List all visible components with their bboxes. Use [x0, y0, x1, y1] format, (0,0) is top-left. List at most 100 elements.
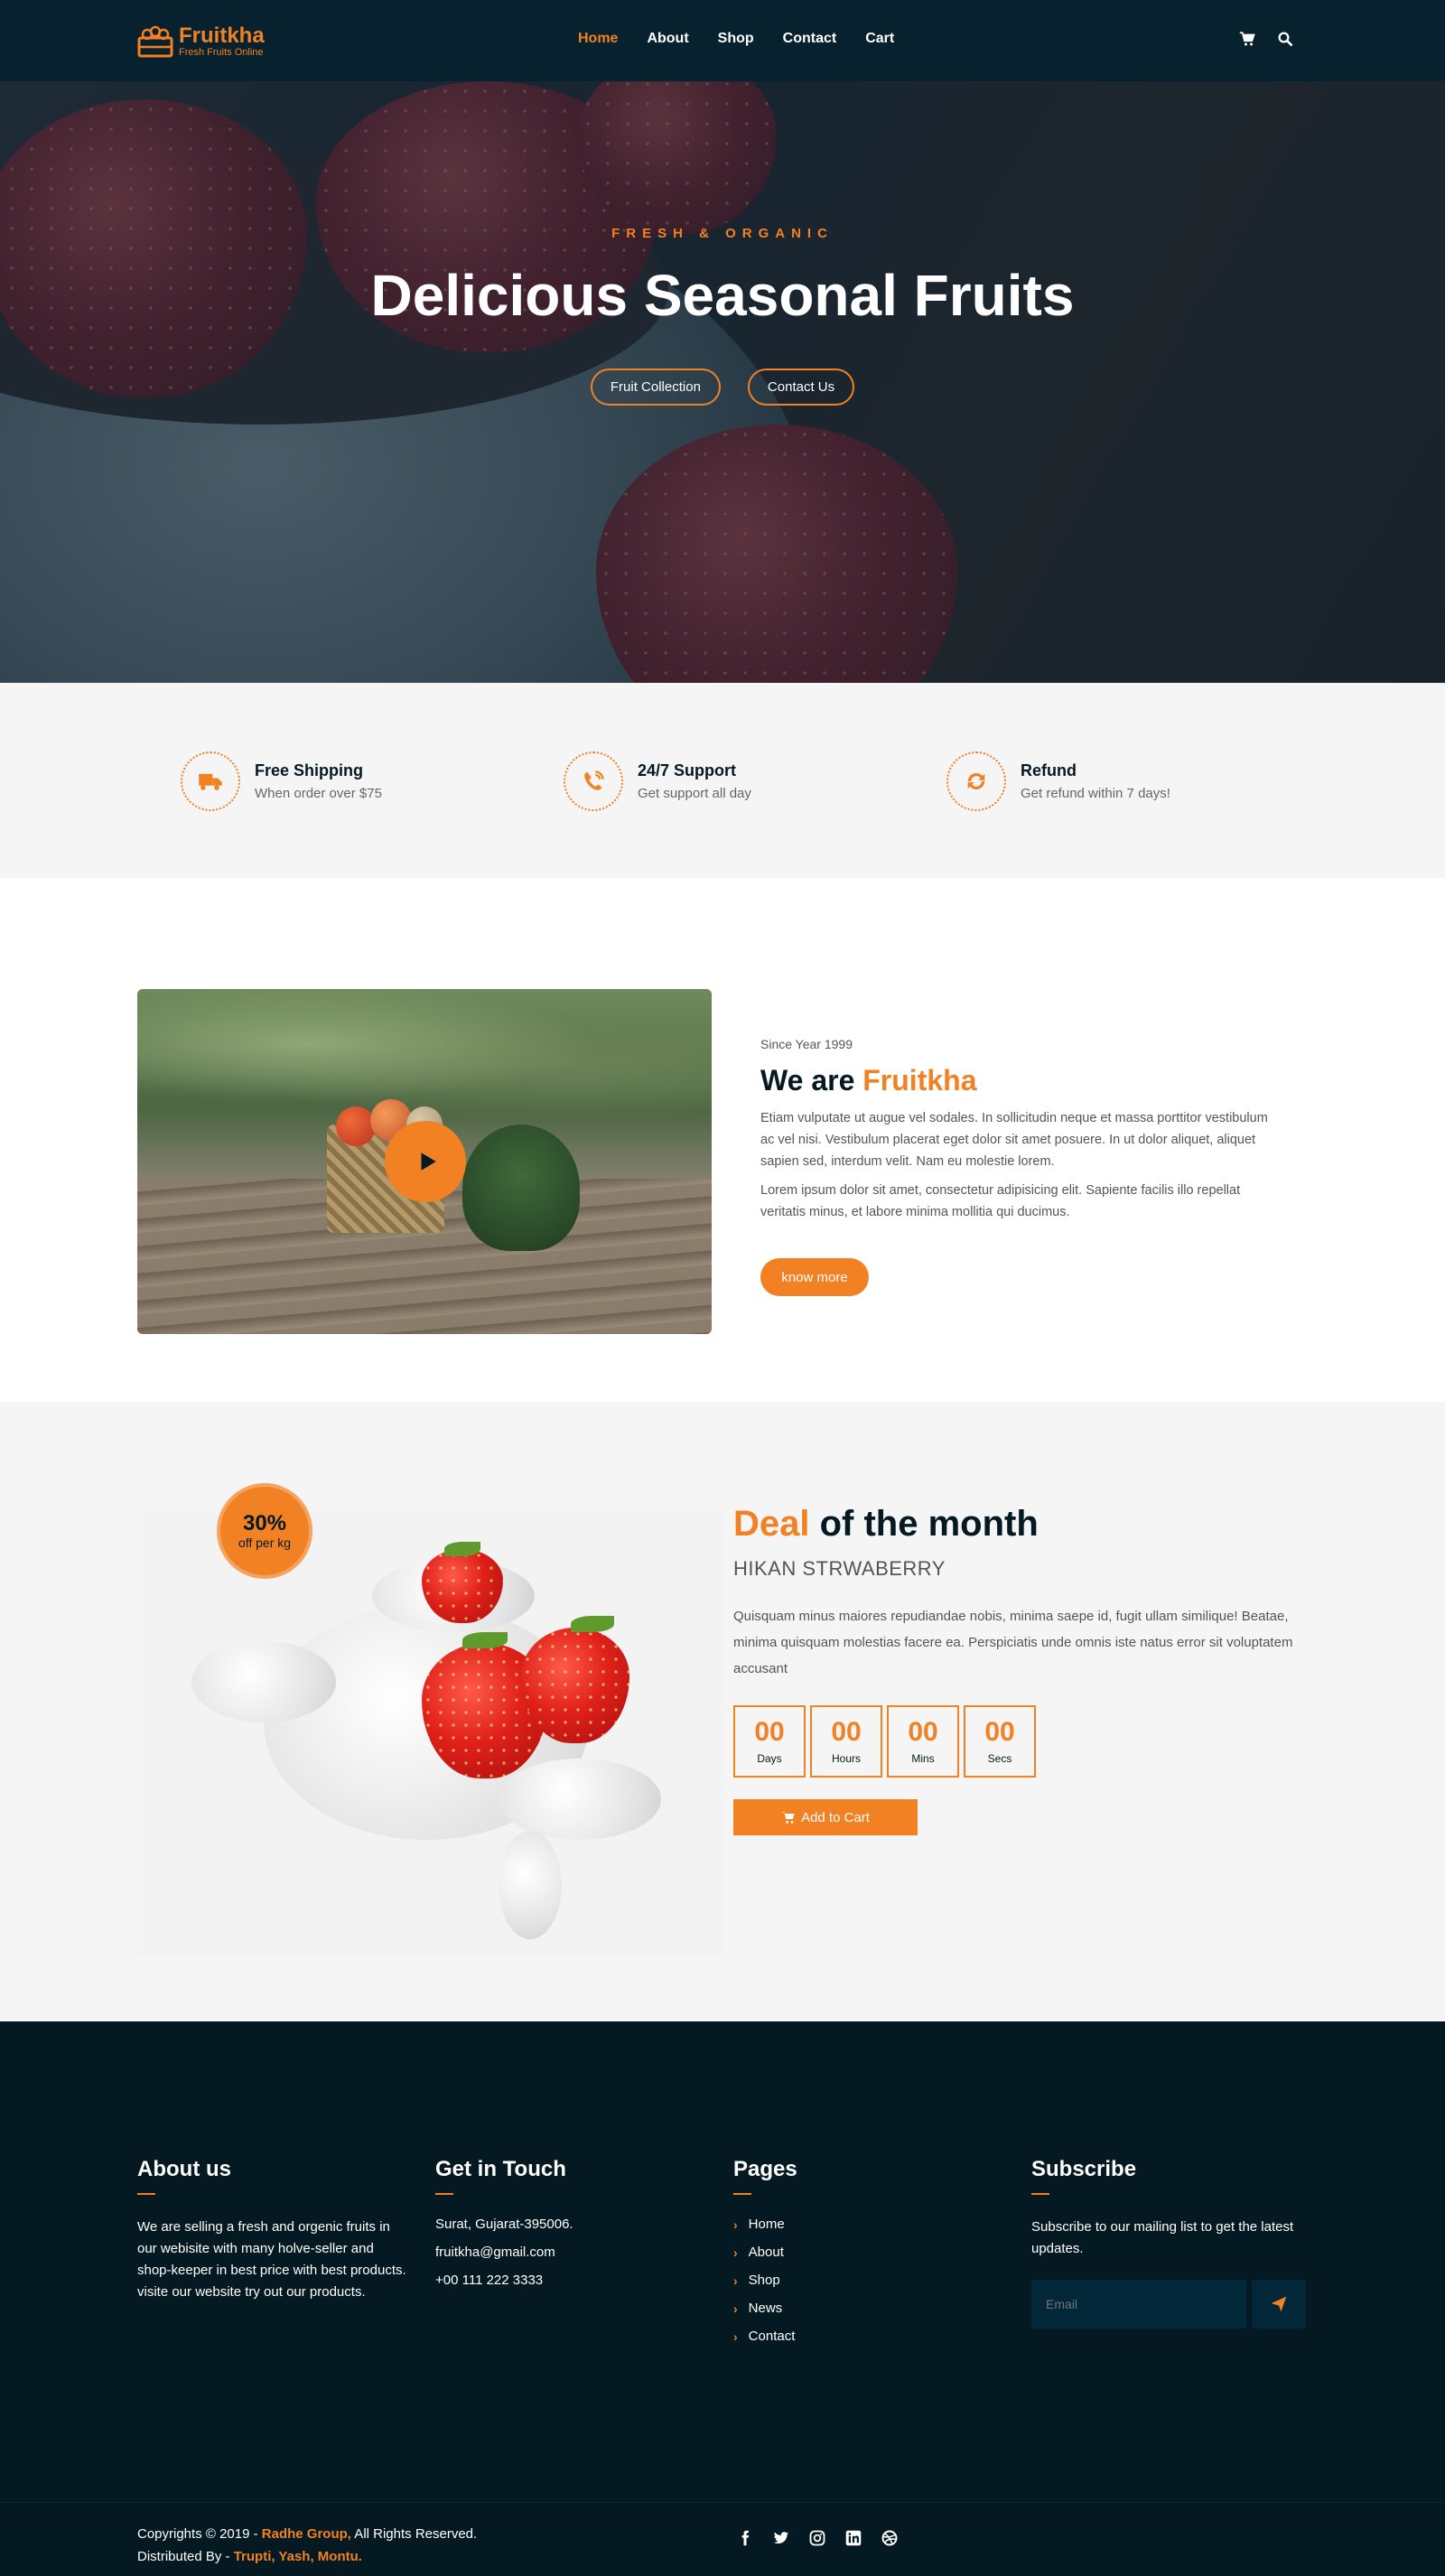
distributed-prefix: Distributed By - — [137, 2549, 234, 2564]
nav-about[interactable]: About — [647, 31, 688, 47]
main-nav: Home About Shop Contact Cart — [578, 31, 923, 47]
hero-section: FRESH & ORGANIC Delicious Seasonal Fruit… — [0, 81, 1445, 683]
logo-tagline: Fresh Fruits Online — [179, 46, 264, 58]
timer-value: 00 — [831, 1717, 862, 1747]
feature-support: 24/7 Support Get support all day — [564, 751, 751, 811]
timer-hours: 00 Hours — [810, 1705, 882, 1778]
dribbble-icon[interactable] — [881, 2530, 898, 2546]
about-section: Since Year 1999 We are Fruitkha Etiam vu… — [0, 878, 1445, 1402]
chevron-right-icon: › — [733, 2217, 738, 2232]
facebook-icon[interactable] — [737, 2530, 753, 2546]
footer-link-about[interactable]: › About — [733, 2245, 1004, 2260]
phone-volume-icon — [584, 770, 604, 790]
about-since: Since Year 1999 — [760, 1037, 853, 1051]
hero-buttons: Fruit Collection Contact Us — [0, 369, 1445, 406]
footer-link-label: News — [748, 2301, 783, 2316]
feature-desc: When order over $75 — [255, 786, 382, 801]
footer-link-news[interactable]: › News — [733, 2301, 1004, 2316]
chevron-right-icon: › — [733, 2273, 738, 2288]
feature-title: Free Shipping — [255, 761, 364, 779]
footer-email[interactable]: fruitkha@gmail.com — [435, 2245, 706, 2260]
heading-underline — [435, 2193, 453, 2195]
features-section: Free Shipping When order over $75 24/7 S… — [0, 683, 1445, 878]
search-icon[interactable] — [1277, 31, 1293, 47]
about-title: We are Fruitkha — [760, 1064, 976, 1097]
footer-pages: Pages › Home › About › Shop › News › Contact — [733, 2157, 1004, 2357]
feature-desc: Get support all day — [638, 786, 751, 801]
footer-phone[interactable]: +00 111 222 3333 — [435, 2273, 706, 2288]
add-to-cart-button[interactable]: Add to Cart — [733, 1799, 918, 1835]
footer-subscribe-text: Subscribe to our mailing list to get the… — [1031, 2219, 1294, 2256]
instagram-icon[interactable] — [809, 2530, 825, 2546]
footer-contact: Get in Touch Surat, Gujarat-395006. frui… — [435, 2157, 706, 2301]
discount-value: 30% — [242, 1511, 287, 1535]
about-paragraph-2: Lorem ipsum dolor sit amet, consectetur … — [760, 1183, 1241, 1219]
about-title-brand: Fruitkha — [862, 1064, 977, 1097]
play-icon — [421, 1153, 436, 1171]
fruit-crate-logo-icon — [137, 25, 173, 58]
know-more-button[interactable]: know more — [760, 1258, 869, 1296]
hero-title: Delicious Seasonal Fruits — [370, 263, 1075, 328]
timer-secs: 00 Secs — [964, 1705, 1036, 1778]
chevron-right-icon: › — [733, 2329, 738, 2344]
site-footer: About us We are selling a fresh and orge… — [0, 2021, 1445, 2502]
cart-icon — [781, 1812, 795, 1824]
social-links — [737, 2530, 898, 2546]
play-button[interactable] — [385, 1121, 466, 1202]
deal-section — [0, 1402, 1445, 2021]
copyright-company[interactable]: Radhe Group, — [262, 2526, 351, 2542]
twitter-icon[interactable] — [773, 2530, 789, 2546]
footer-link-home[interactable]: › Home — [733, 2217, 1004, 2232]
linkedin-icon[interactable] — [845, 2530, 862, 2546]
heading-underline — [733, 2193, 751, 2195]
feature-title: Refund — [1021, 761, 1077, 779]
contact-us-button[interactable]: Contact Us — [747, 369, 855, 406]
footer-subscribe: Subscribe Subscribe to our mailing list … — [1031, 2157, 1302, 2260]
copyright-suffix: All Rights Reserved. — [350, 2526, 478, 2542]
fruit-collection-button[interactable]: Fruit Collection — [590, 369, 721, 406]
discount-text: off per kg — [238, 1535, 292, 1550]
email-field[interactable] — [1031, 2280, 1246, 2329]
footer-contact-heading: Get in Touch — [435, 2157, 566, 2181]
timer-label: Secs — [987, 1752, 1012, 1765]
nav-cart[interactable]: Cart — [865, 31, 894, 47]
site-header: Fruitkha Fresh Fruits Online Home About … — [0, 0, 1445, 81]
feature-title: 24/7 Support — [638, 761, 737, 779]
footer-subscribe-heading: Subscribe — [1031, 2157, 1137, 2181]
logo[interactable]: Fruitkha Fresh Fruits Online — [137, 23, 265, 60]
timer-mins: 00 Mins — [887, 1705, 959, 1778]
hero-subtitle: FRESH & ORGANIC — [611, 226, 834, 241]
deal-description: Quisquam minus maiores repudiandae nobis… — [733, 1609, 1293, 1676]
distributed-names[interactable]: Trupti, Yash, Montu. — [234, 2549, 362, 2564]
footer-link-contact[interactable]: › Contact — [733, 2329, 1004, 2344]
nav-shop[interactable]: Shop — [718, 31, 754, 47]
paper-plane-icon — [1271, 2296, 1287, 2312]
nav-contact[interactable]: Contact — [783, 31, 837, 47]
about-video-thumbnail[interactable] — [137, 989, 712, 1334]
footer-link-shop[interactable]: › Shop — [733, 2273, 1004, 2288]
deal-product-image — [137, 1506, 722, 1955]
feature-refund: Refund Get refund within 7 days! — [946, 751, 1170, 811]
copyright-text: Copyrights © 2019 - Radhe Group, All Rig… — [137, 2523, 477, 2568]
subscribe-button[interactable] — [1252, 2280, 1306, 2329]
footer-link-label: Contact — [748, 2329, 796, 2344]
heading-underline — [137, 2193, 155, 2195]
timer-label: Days — [757, 1752, 782, 1765]
countdown-timer: 00 Days 00 Hours 00 Mins 00 Secs — [733, 1705, 1036, 1778]
about-title-prefix: We are — [760, 1064, 863, 1097]
timer-label: Hours — [831, 1752, 861, 1765]
shipping-icon — [199, 773, 222, 790]
footer-link-label: Shop — [748, 2273, 780, 2288]
about-paragraph-1: Etiam vulputate ut augue vel sodales. In… — [760, 1111, 1268, 1169]
footer-link-label: Home — [748, 2217, 785, 2232]
nav-home[interactable]: Home — [578, 31, 618, 47]
footer-pages-heading: Pages — [733, 2157, 797, 2181]
subscribe-form — [1031, 2280, 1306, 2329]
footer-about-heading: About us — [137, 2157, 231, 2181]
header-icons — [1239, 31, 1293, 47]
timer-days: 00 Days — [733, 1705, 806, 1778]
timer-value: 00 — [908, 1717, 938, 1747]
add-to-cart-label: Add to Cart — [801, 1809, 870, 1825]
cart-icon[interactable] — [1239, 31, 1255, 47]
footer-address: Surat, Gujarat-395006. — [435, 2217, 573, 2232]
